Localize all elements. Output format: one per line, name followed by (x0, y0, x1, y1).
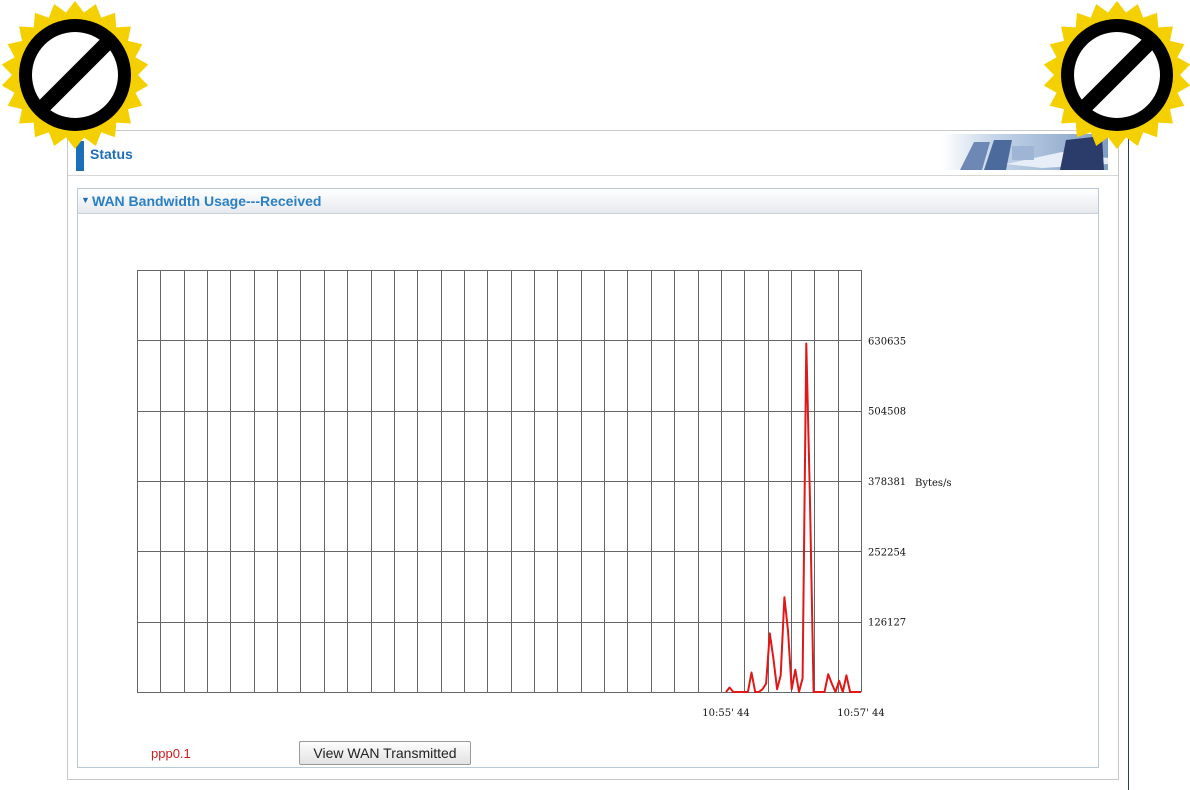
interface-name: ppp0.1 (151, 746, 191, 761)
prohibited-sign-icon (1, 1, 149, 149)
y-tick-label: 504508 (868, 407, 906, 418)
y-tick-label: 378381 (868, 477, 906, 488)
y-tick-label: 126127 (868, 618, 906, 629)
x-tick-label: 10:55' 44 (702, 708, 749, 719)
chart-grid (137, 270, 862, 693)
y-tick-label: 630635 (868, 336, 906, 347)
y-tick-labels: 126127 252254 378381 504508 630635 (868, 336, 906, 628)
view-wan-transmitted-button[interactable]: View WAN Transmitted (299, 741, 471, 765)
received-series-line (725, 342, 861, 693)
x-tick-label: 10:57' 44 (837, 708, 884, 719)
prohibited-sign-icon (1043, 1, 1190, 149)
x-tick-labels: 10:55' 44 10:57' 44 (702, 708, 884, 719)
bandwidth-chart: 126127 252254 378381 504508 630635 10:55' 44… (137, 270, 952, 719)
y-tick-label: 252254 (868, 547, 906, 558)
y-axis-label: Bytes/s (915, 478, 952, 489)
